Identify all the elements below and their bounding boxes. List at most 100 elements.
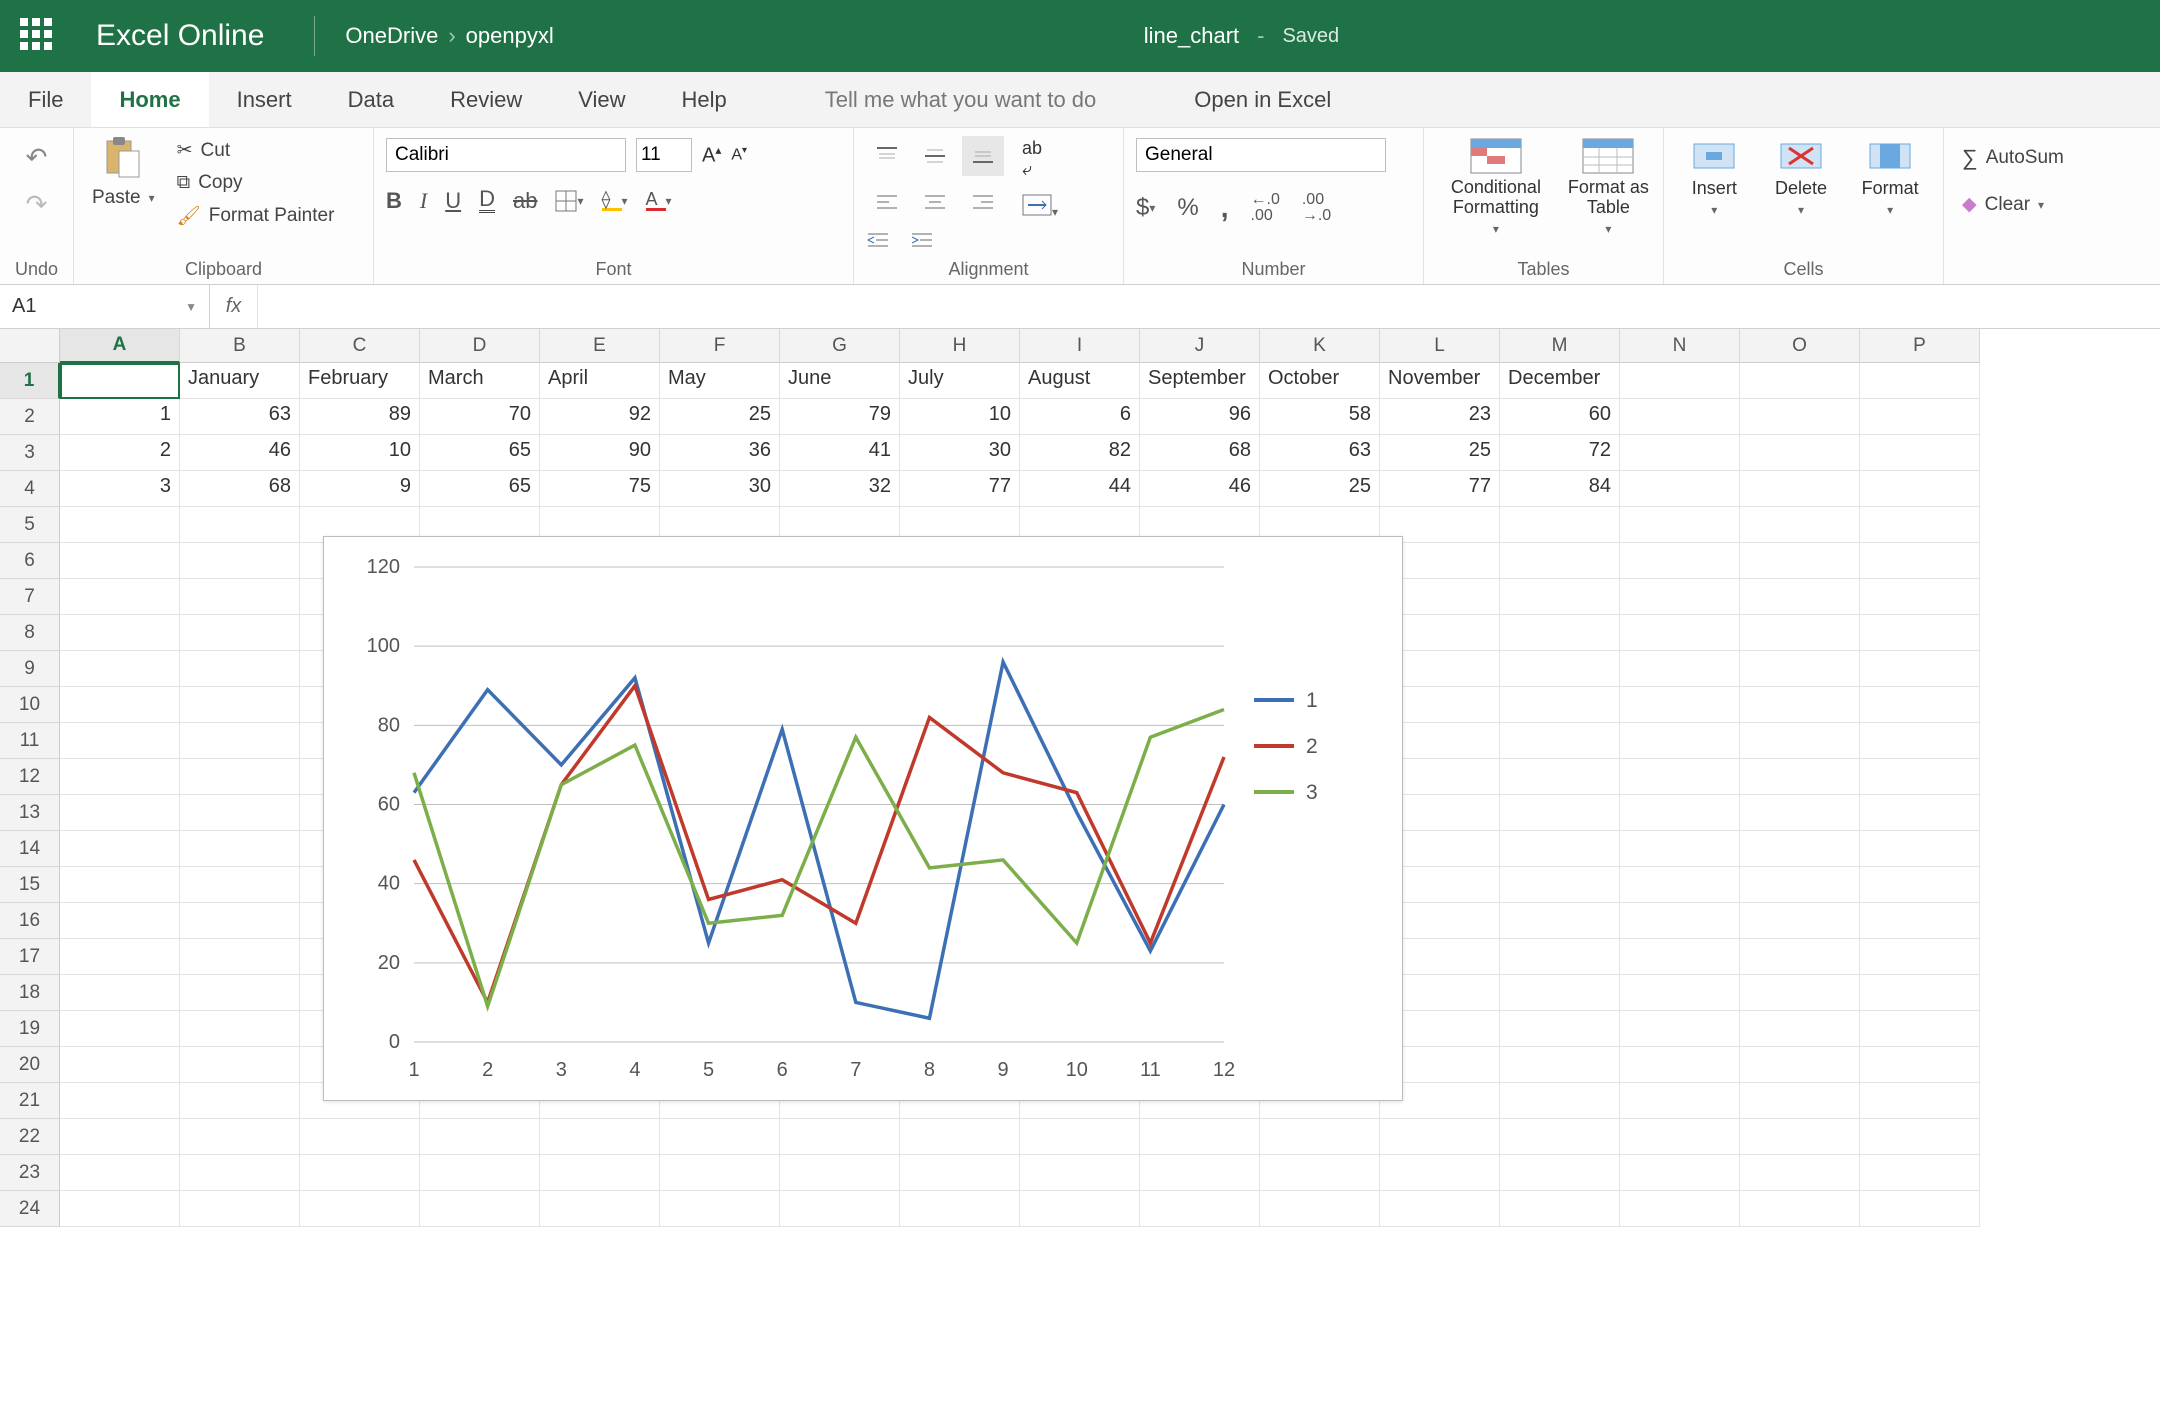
cell[interactable] bbox=[1740, 867, 1860, 903]
cell[interactable]: 6 bbox=[1020, 399, 1140, 435]
breadcrumb[interactable]: OneDrive › openpyxl bbox=[345, 23, 553, 49]
cell[interactable] bbox=[1620, 759, 1740, 795]
cell[interactable] bbox=[60, 795, 180, 831]
undo-icon[interactable]: ↶ bbox=[26, 142, 48, 173]
cell[interactable] bbox=[1620, 795, 1740, 831]
increase-decimal-icon[interactable]: ←.0.00 bbox=[1251, 192, 1280, 224]
cell[interactable] bbox=[300, 1155, 420, 1191]
cell[interactable] bbox=[900, 1191, 1020, 1227]
column-headers[interactable]: ABCDEFGHIJKLMNOP bbox=[60, 329, 1980, 363]
cell[interactable] bbox=[1500, 543, 1620, 579]
align-center-icon[interactable] bbox=[914, 182, 956, 222]
cell[interactable] bbox=[180, 759, 300, 795]
cell[interactable]: 41 bbox=[780, 435, 900, 471]
spreadsheet-grid[interactable]: ABCDEFGHIJKLMNOP 12345678910111213141516… bbox=[0, 329, 2160, 1379]
cell[interactable] bbox=[180, 1119, 300, 1155]
underline-button[interactable]: U bbox=[445, 190, 461, 212]
breadcrumb-root[interactable]: OneDrive bbox=[345, 23, 438, 49]
cell[interactable] bbox=[1500, 687, 1620, 723]
cell[interactable] bbox=[1740, 507, 1860, 543]
row-header-1[interactable]: 1 bbox=[0, 363, 60, 399]
cell[interactable] bbox=[1500, 507, 1620, 543]
cell[interactable] bbox=[1500, 1083, 1620, 1119]
cell[interactable]: June bbox=[780, 363, 900, 399]
cell[interactable] bbox=[1860, 1119, 1980, 1155]
align-top-icon[interactable] bbox=[866, 136, 908, 176]
cell[interactable]: 82 bbox=[1020, 435, 1140, 471]
cell[interactable] bbox=[1860, 543, 1980, 579]
cell[interactable] bbox=[1740, 795, 1860, 831]
cell[interactable]: 84 bbox=[1500, 471, 1620, 507]
cell[interactable]: 89 bbox=[300, 399, 420, 435]
grow-font-icon[interactable]: A▴ bbox=[702, 143, 721, 168]
cell[interactable] bbox=[60, 1011, 180, 1047]
col-header-H[interactable]: H bbox=[900, 329, 1020, 363]
cell[interactable]: 60 bbox=[1500, 399, 1620, 435]
cell[interactable] bbox=[1740, 543, 1860, 579]
cell[interactable] bbox=[1500, 939, 1620, 975]
cell[interactable] bbox=[1860, 795, 1980, 831]
col-header-A[interactable]: A bbox=[60, 329, 180, 363]
cell[interactable]: 63 bbox=[1260, 435, 1380, 471]
app-launcher-icon[interactable] bbox=[20, 18, 56, 54]
cell[interactable] bbox=[60, 831, 180, 867]
strikethrough-button[interactable]: ab bbox=[513, 190, 537, 212]
chevron-down-icon[interactable]: ▼ bbox=[185, 300, 197, 314]
cell[interactable]: 36 bbox=[660, 435, 780, 471]
redo-icon[interactable]: ↷ bbox=[26, 189, 48, 220]
cell[interactable] bbox=[1860, 651, 1980, 687]
cell[interactable] bbox=[180, 723, 300, 759]
format-as-table-button[interactable]: Format as Table▾ bbox=[1566, 138, 1651, 236]
cell[interactable]: 3 bbox=[60, 471, 180, 507]
cell[interactable] bbox=[300, 1191, 420, 1227]
cell[interactable]: 79 bbox=[780, 399, 900, 435]
fill-color-button[interactable]: ⟠▾ bbox=[602, 190, 628, 211]
cell[interactable] bbox=[1500, 1011, 1620, 1047]
cell[interactable]: May bbox=[660, 363, 780, 399]
cell[interactable] bbox=[1740, 759, 1860, 795]
cell[interactable] bbox=[1860, 1155, 1980, 1191]
conditional-formatting-button[interactable]: Conditional Formatting▾ bbox=[1436, 138, 1556, 236]
cell[interactable]: 70 bbox=[420, 399, 540, 435]
cell[interactable] bbox=[1860, 363, 1980, 399]
cell[interactable] bbox=[1500, 579, 1620, 615]
cell[interactable] bbox=[1620, 723, 1740, 759]
cell[interactable] bbox=[1500, 615, 1620, 651]
autosum-button[interactable]: ∑AutoSum bbox=[1956, 142, 2070, 174]
cell[interactable]: 1 bbox=[60, 399, 180, 435]
cell[interactable] bbox=[1500, 1047, 1620, 1083]
cell[interactable] bbox=[180, 1083, 300, 1119]
cell[interactable] bbox=[1860, 435, 1980, 471]
paste-icon[interactable] bbox=[100, 134, 146, 180]
cell[interactable] bbox=[60, 579, 180, 615]
cell[interactable] bbox=[60, 687, 180, 723]
cell[interactable] bbox=[1500, 903, 1620, 939]
cell[interactable] bbox=[1500, 759, 1620, 795]
cell[interactable] bbox=[540, 1155, 660, 1191]
cell[interactable] bbox=[420, 1191, 540, 1227]
cell[interactable] bbox=[1620, 471, 1740, 507]
cell[interactable] bbox=[1860, 507, 1980, 543]
cell[interactable]: 25 bbox=[660, 399, 780, 435]
cell[interactable] bbox=[180, 651, 300, 687]
cell[interactable]: 30 bbox=[900, 435, 1020, 471]
cell[interactable] bbox=[1740, 975, 1860, 1011]
cell[interactable]: 46 bbox=[1140, 471, 1260, 507]
cell[interactable] bbox=[60, 867, 180, 903]
cell[interactable]: 65 bbox=[420, 435, 540, 471]
cell[interactable] bbox=[1620, 1011, 1740, 1047]
cell[interactable] bbox=[1620, 831, 1740, 867]
cell[interactable] bbox=[1380, 1191, 1500, 1227]
cell[interactable] bbox=[1500, 723, 1620, 759]
wrap-text-button[interactable]: ab⤶ bbox=[1022, 138, 1042, 180]
cell[interactable] bbox=[1860, 867, 1980, 903]
cell[interactable]: 92 bbox=[540, 399, 660, 435]
cell[interactable] bbox=[1620, 1083, 1740, 1119]
cell[interactable] bbox=[540, 1119, 660, 1155]
formula-input[interactable] bbox=[258, 285, 2160, 328]
currency-button[interactable]: $ ▾ bbox=[1136, 196, 1155, 220]
cell[interactable] bbox=[1860, 759, 1980, 795]
open-in-excel[interactable]: Open in Excel bbox=[1166, 72, 1359, 127]
number-format-select[interactable] bbox=[1136, 138, 1386, 172]
menu-data[interactable]: Data bbox=[320, 72, 422, 127]
